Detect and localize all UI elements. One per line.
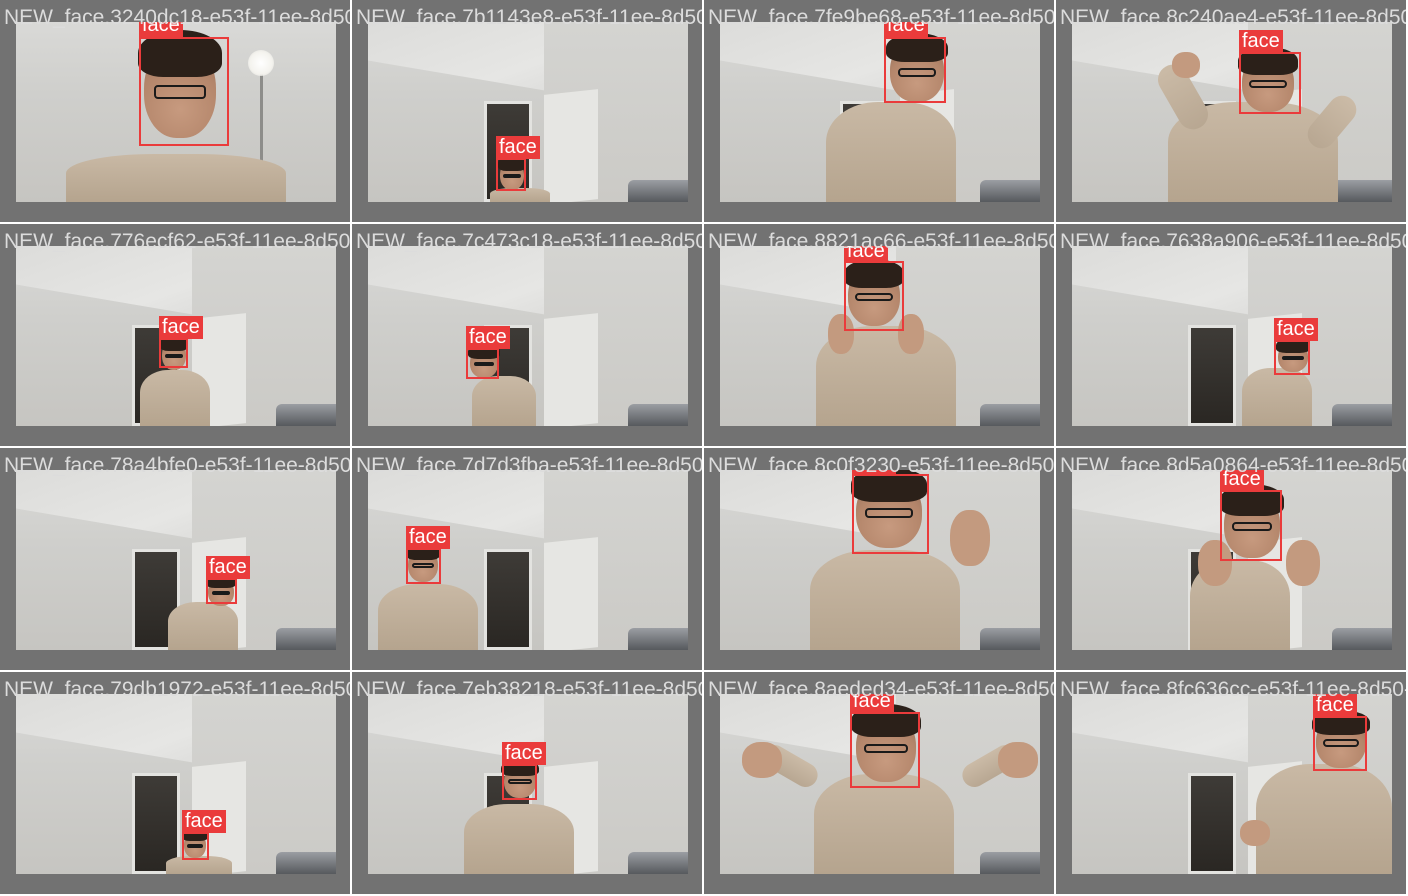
photo: face xyxy=(720,470,1040,650)
tile-filename: NEW_face.7fe9be68-e53f-11ee-8d50-8cfdfd7… xyxy=(708,6,1054,29)
photo: face xyxy=(1072,470,1392,650)
tile-filename: NEW_face.8aeded34-e53f-11ee-8d50-8cfdfd7… xyxy=(708,678,1054,701)
box-label: face xyxy=(1274,318,1318,341)
grid-tile[interactable]: face NEW_face.8aeded34-e53f-11ee-8d50-8c… xyxy=(704,672,1054,894)
grid-tile[interactable]: face NEW_face.8821ac66-e53f-11ee-8d50-8c… xyxy=(704,224,1054,446)
box-label: face xyxy=(466,326,510,349)
tile-filename: NEW_face.7638a906-e53f-11ee-8d50-8cfdfd7… xyxy=(1060,230,1406,253)
grid-tile[interactable]: face NEW_face.8c240ae4-e53f-11ee-8d50-8c… xyxy=(1056,0,1406,222)
photo: face xyxy=(16,22,336,202)
tile-filename: NEW_face.7c473c18-e53f-11ee-8d50-8cfdfd7… xyxy=(356,230,702,253)
image-grid: face NEW_face.3240dc18-e53f-11ee-8d50-8c… xyxy=(0,0,1408,896)
photo: face xyxy=(368,470,688,650)
box-label: face xyxy=(159,316,203,339)
tile-filename: NEW_face.78a4bfe0-e53f-11ee-8d50-8cfdfd7… xyxy=(4,454,350,477)
box-label: face xyxy=(1239,30,1283,53)
grid-tile[interactable]: face NEW_face.7eb38218-e53f-11ee-8d50-8c… xyxy=(352,672,702,894)
box-label: face xyxy=(182,810,226,833)
grid-tile[interactable]: face NEW_face.3240dc18-e53f-11ee-8d50-8c… xyxy=(0,0,350,222)
tile-filename: NEW_face.3240dc18-e53f-11ee-8d50-8cfdfd7… xyxy=(4,6,350,29)
photo: face xyxy=(16,694,336,874)
grid-tile[interactable]: face NEW_face.7c473c18-e53f-11ee-8d50-8c… xyxy=(352,224,702,446)
tile-filename: NEW_face.776ecf62-e53f-11ee-8d50-8cfdfd7… xyxy=(4,230,350,253)
tile-filename: NEW_face.7eb38218-e53f-11ee-8d50-8cfdfd7… xyxy=(356,678,702,701)
photo: face xyxy=(720,22,1040,202)
tile-filename: NEW_face.7d7d3fba-e53f-11ee-8d50-8cfdfd7… xyxy=(356,454,702,477)
tile-filename: NEW_face.79db1972-e53f-11ee-8d50-8cfdfd7… xyxy=(4,678,350,701)
photo: face xyxy=(16,246,336,426)
box-label: face xyxy=(496,136,540,159)
tile-filename: NEW_face.7b1143e8-e53f-11ee-8d50-8cfdfd7… xyxy=(356,6,702,29)
photo: face xyxy=(368,246,688,426)
photo: face xyxy=(368,694,688,874)
grid-tile[interactable]: face NEW_face.79db1972-e53f-11ee-8d50-8c… xyxy=(0,672,350,894)
grid-tile[interactable]: face NEW_face.776ecf62-e53f-11ee-8d50-8c… xyxy=(0,224,350,446)
photo: face xyxy=(720,246,1040,426)
grid-tile[interactable]: face NEW_face.8c0f3230-e53f-11ee-8d50-8c… xyxy=(704,448,1054,670)
box-label: face xyxy=(502,742,546,765)
tile-filename: NEW_face.8c0f3230-e53f-11ee-8d50-8cfdfd7… xyxy=(708,454,1054,477)
photo: face xyxy=(720,694,1040,874)
box-label: face xyxy=(406,526,450,549)
photo: face xyxy=(368,22,688,202)
tile-filename: NEW_face.8c240ae4-e53f-11ee-8d50-8cfdfd7… xyxy=(1060,6,1406,29)
grid-tile[interactable]: face NEW_face.7b1143e8-e53f-11ee-8d50-8c… xyxy=(352,0,702,222)
photo: face xyxy=(1072,246,1392,426)
grid-tile[interactable]: face NEW_face.7d7d3fba-e53f-11ee-8d50-8c… xyxy=(352,448,702,670)
grid-tile[interactable]: face NEW_face.8fc636cc-e53f-11ee-8d50-8c… xyxy=(1056,672,1406,894)
photo: face xyxy=(1072,694,1392,874)
grid-tile[interactable]: face NEW_face.8d5a0864-e53f-11ee-8d50-8c… xyxy=(1056,448,1406,670)
box-label: face xyxy=(206,556,250,579)
tile-filename: NEW_face.8fc636cc-e53f-11ee-8d50-8cfdfd7… xyxy=(1060,678,1406,701)
grid-tile[interactable]: face NEW_face.7638a906-e53f-11ee-8d50-8c… xyxy=(1056,224,1406,446)
tile-filename: NEW_face.8821ac66-e53f-11ee-8d50-8cfdfd7… xyxy=(708,230,1054,253)
grid-tile[interactable]: face NEW_face.78a4bfe0-e53f-11ee-8d50-8c… xyxy=(0,448,350,670)
tile-filename: NEW_face.8d5a0864-e53f-11ee-8d50-8cfdfd7… xyxy=(1060,454,1406,477)
photo: face xyxy=(16,470,336,650)
grid-tile[interactable]: face NEW_face.7fe9be68-e53f-11ee-8d50-8c… xyxy=(704,0,1054,222)
photo: face xyxy=(1072,22,1392,202)
